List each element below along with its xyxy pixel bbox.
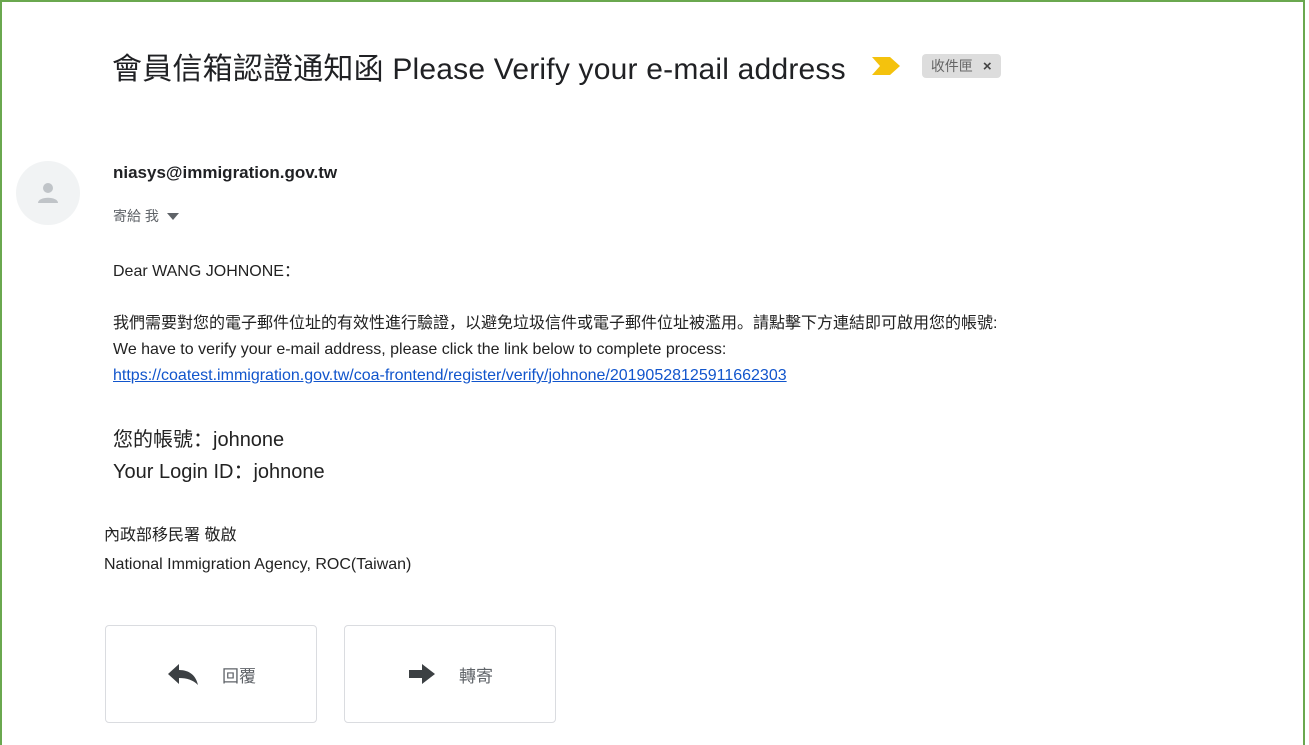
inbox-label-chip[interactable]: 收件匣 × [921, 54, 1001, 78]
email-body: Dear WANG JOHNONE： 我們需要對您的電子郵件位址的有效性進行驗證… [113, 259, 997, 389]
reply-button[interactable]: 回覆 [105, 625, 317, 723]
forward-arrow-icon [407, 663, 437, 685]
forward-label: 轉寄 [459, 666, 493, 686]
sender-address: niasys@immigration.gov.tw [113, 163, 338, 182]
email-subject: 會員信箱認證通知函 Please Verify your e-mail addr… [112, 53, 846, 86]
caret-down-icon[interactable] [166, 213, 179, 220]
verify-link[interactable]: https://coatest.immigration.gov.tw/coa-f… [113, 367, 787, 384]
signature-en: National Immigration Agency, ROC(Taiwan) [104, 556, 412, 573]
recipient-text: 寄給 我 [113, 208, 159, 224]
reply-arrow-icon [166, 662, 200, 686]
body-text-zh: 我們需要對您的電子郵件位址的有效性進行驗證，以避免垃圾信件或電子郵件位址被濫用。… [113, 315, 998, 332]
signature: 內政部移民署 敬啟 National Immigration Agency, R… [104, 521, 411, 579]
person-icon [35, 180, 61, 206]
greeting-text: Dear WANG JOHNONE： [113, 263, 300, 280]
login-id-zh: 您的帳號：johnone [113, 429, 285, 451]
login-id-en: Your Login ID：johnone [113, 461, 325, 483]
body-text-en: We have to verify your e-mail address, p… [113, 341, 727, 358]
signature-zh: 內政部移民署 敬啟 [104, 527, 237, 544]
inbox-label-text: 收件匣 [930, 58, 973, 74]
forward-button[interactable]: 轉寄 [344, 625, 556, 723]
remove-label-icon[interactable]: × [983, 58, 992, 75]
subject-row: 會員信箱認證通知函 Please Verify your e-mail addr… [112, 44, 1001, 88]
reply-label: 回覆 [222, 666, 256, 686]
importance-marker-icon[interactable] [868, 54, 904, 78]
avatar [16, 161, 80, 225]
recipient-row: 寄給 我 [113, 206, 179, 226]
login-info: 您的帳號：johnone Your Login ID：johnone [113, 424, 325, 488]
